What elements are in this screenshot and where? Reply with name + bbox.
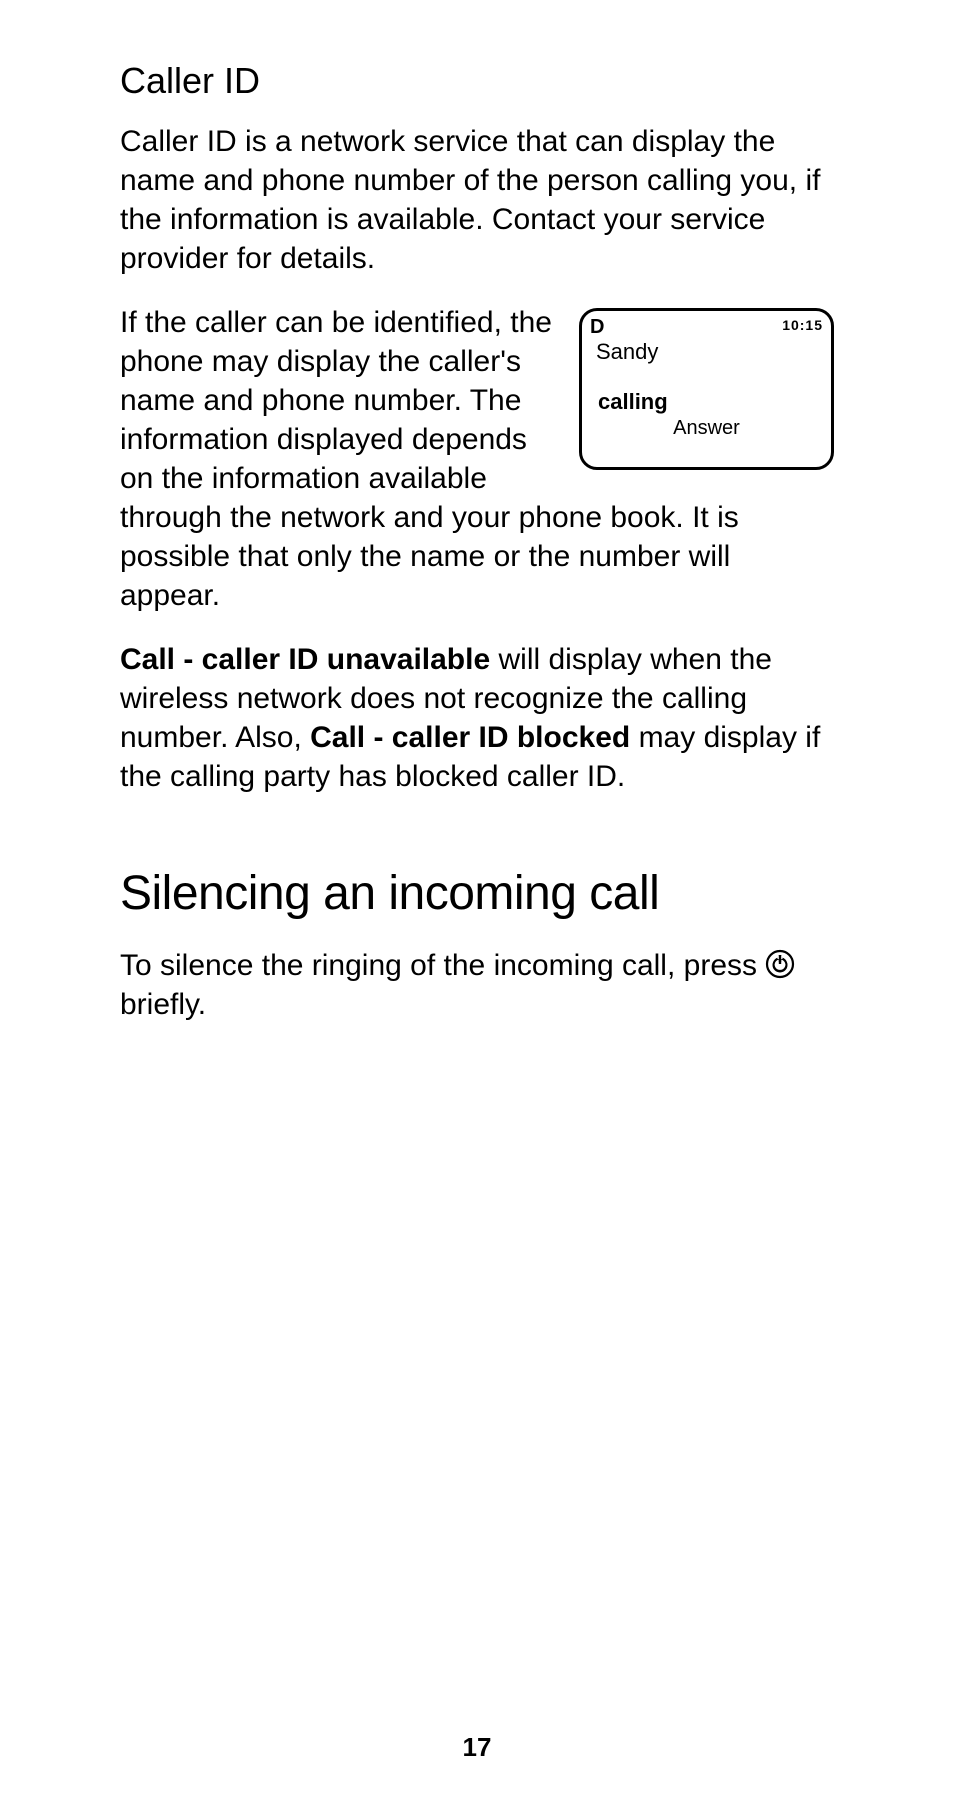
- heading-silencing: Silencing an incoming call: [120, 866, 834, 921]
- paragraph-caller-id-intro: Caller ID is a network service that can …: [120, 122, 834, 278]
- text-segment: briefly.: [120, 988, 206, 1021]
- document-page: Caller ID Caller ID is a network service…: [0, 0, 954, 1803]
- caller-name: Sandy: [596, 339, 823, 365]
- paragraph-silencing: To silence the ringing of the incoming c…: [120, 946, 834, 1024]
- phone-clock: 10:15: [782, 317, 823, 333]
- call-status: calling: [598, 389, 823, 415]
- text-segment: To silence the ringing of the incoming c…: [120, 949, 765, 982]
- page-number: 17: [0, 1732, 954, 1763]
- phone-status-bar: D 10:15: [590, 317, 823, 337]
- power-button-icon: [765, 949, 795, 979]
- paragraph-caller-id-unavailable: Call - caller ID unavailable will displa…: [120, 640, 834, 796]
- phone-screen-figure: D 10:15 Sandy calling Answer: [579, 308, 834, 470]
- signal-mode-icon: D: [590, 317, 604, 337]
- heading-caller-id: Caller ID: [120, 60, 834, 102]
- softkey-answer: Answer: [590, 417, 823, 440]
- paragraph-with-figure-wrap: D 10:15 Sandy calling Answer If the call…: [120, 303, 834, 640]
- term-caller-id-blocked: Call - caller ID blocked: [310, 721, 630, 754]
- term-caller-id-unavailable: Call - caller ID unavailable: [120, 643, 490, 676]
